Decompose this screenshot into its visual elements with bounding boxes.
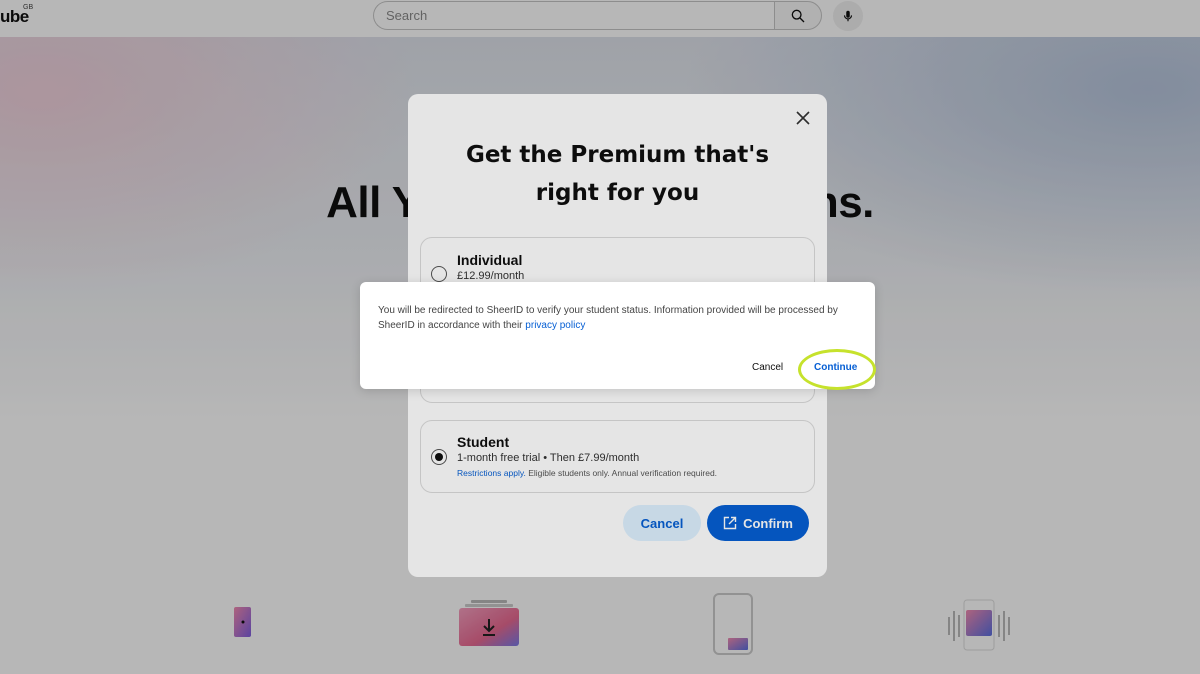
redirect-cancel-button[interactable]: Cancel bbox=[752, 362, 783, 373]
privacy-policy-link[interactable]: privacy policy bbox=[525, 320, 585, 331]
redirect-message-text: You will be redirected to SheerID to ver… bbox=[378, 305, 838, 331]
continue-button[interactable]: Continue bbox=[814, 362, 857, 373]
redirect-message: You will be redirected to SheerID to ver… bbox=[378, 303, 848, 333]
redirect-confirm-dialog: You will be redirected to SheerID to ver… bbox=[360, 282, 876, 390]
